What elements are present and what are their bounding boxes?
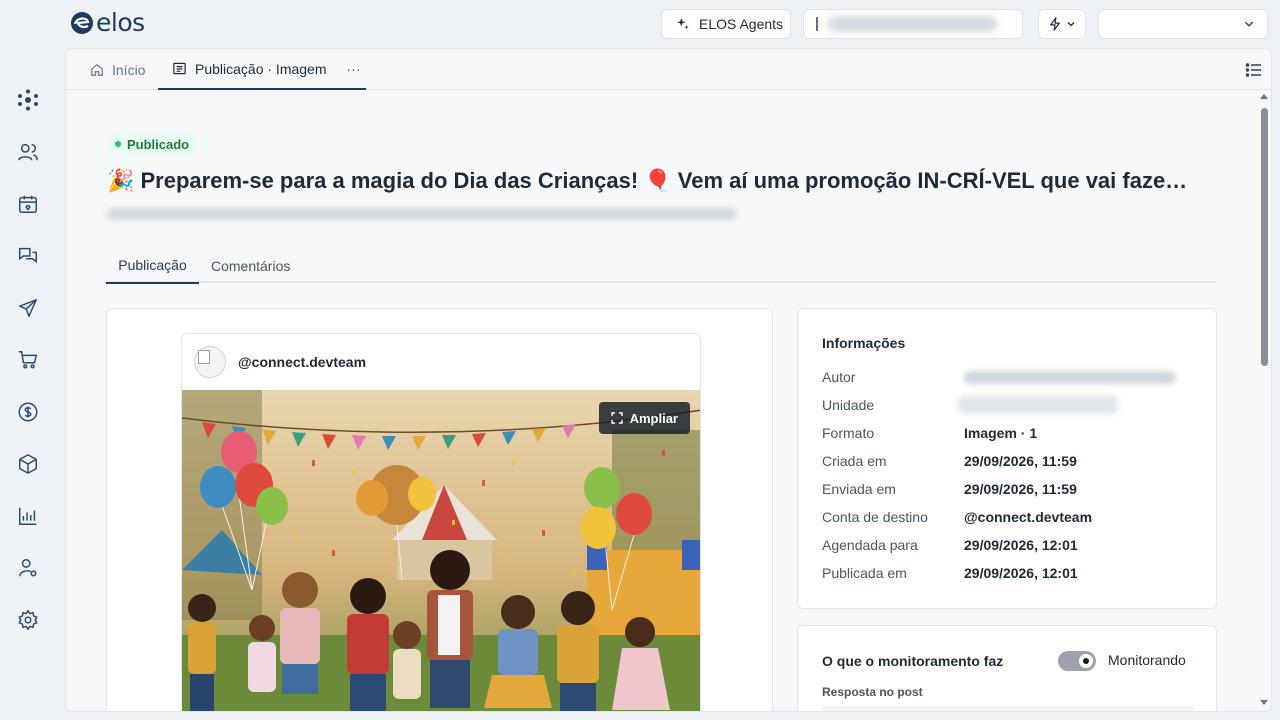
info-label: Formato <box>822 425 875 441</box>
avatar <box>194 346 226 378</box>
post-image[interactable]: Ampliar <box>182 390 700 711</box>
home-icon <box>91 63 103 76</box>
scroll-thumb[interactable] <box>1261 108 1268 366</box>
blurred-unit-name <box>828 17 998 31</box>
gear-icon[interactable] <box>16 608 40 632</box>
sidebar <box>0 48 58 720</box>
tab-publicacao[interactable]: Publicação <box>106 248 199 284</box>
status-badge: Publicado <box>107 133 198 155</box>
cart-icon[interactable] <box>16 348 40 372</box>
info-value: 29/09/2026, 11:59 <box>964 481 1077 497</box>
content-tabs: Publicação Comentários <box>106 248 1217 284</box>
sparkle-icon <box>676 17 689 30</box>
post-account-handle: @connect.devteam <box>238 354 367 370</box>
blurred-metadata <box>107 208 737 220</box>
monitoring-card: O que o monitoramento faz Monitorando Re… <box>797 625 1217 711</box>
building-icon <box>816 17 818 31</box>
instagram-post-preview: @connect.devteam Ampliar <box>181 333 701 711</box>
tab-bar: Início Publicação · Imagem ··· <box>66 49 1271 90</box>
monitoring-toggle-label: Monitorando <box>1108 652 1186 668</box>
post-header: @connect.devteam <box>182 334 700 390</box>
info-label: Unidade <box>822 397 875 413</box>
chevron-down-icon <box>1067 22 1075 27</box>
info-row-format: Formato Imagem · 1 <box>822 423 1202 443</box>
scrollbar[interactable] <box>1257 90 1271 711</box>
dollar-icon[interactable] <box>16 400 40 424</box>
box-icon[interactable] <box>16 452 40 476</box>
info-row-destination: Conta de destino @connect.devteam <box>822 507 1202 527</box>
elos-logo-icon <box>71 12 93 34</box>
info-value: @connect.devteam <box>964 509 1093 525</box>
info-title: Informações <box>822 335 906 351</box>
users-icon[interactable] <box>16 140 40 164</box>
logo-text: elos <box>96 8 145 37</box>
scroll-down-arrow[interactable] <box>1260 700 1268 705</box>
info-label: Agendada para <box>822 537 918 553</box>
quick-actions-button[interactable] <box>1038 9 1086 39</box>
page-title: 🎉 Preparem-se para a magia do Dia das Cr… <box>107 168 1188 193</box>
send-icon[interactable] <box>16 296 40 320</box>
monitoring-title: O que o monitoramento faz <box>822 653 1004 669</box>
hub-icon[interactable] <box>16 88 40 112</box>
blurred-unit <box>958 396 1118 414</box>
info-label: Autor <box>822 369 856 385</box>
unit-selector[interactable] <box>803 9 1023 39</box>
info-label: Conta de destino <box>822 509 928 525</box>
status-label: Publicado <box>127 136 190 152</box>
info-row-published: Publicada em 29/09/2026, 12:01 <box>822 563 1202 583</box>
info-row-sent: Enviada em 29/09/2026, 11:59 <box>822 479 1202 499</box>
info-value: Imagem · 1 <box>964 425 1038 441</box>
tab-home-label: Início <box>112 61 146 78</box>
elos-agents-label: ELOS Agents <box>699 16 784 32</box>
user-settings-icon[interactable] <box>16 556 40 580</box>
info-row-author: Autor <box>822 367 1202 387</box>
info-value: 29/09/2026, 12:01 <box>964 537 1078 553</box>
info-label: Publicada em <box>822 565 907 581</box>
tab-active-label: Publicação · Imagem <box>195 60 327 77</box>
info-value: 29/09/2026, 12:01 <box>964 565 1078 581</box>
post-preview-card: @connect.devteam Ampliar <box>106 308 773 711</box>
status-dot <box>115 141 121 147</box>
monitoring-section-label: Resposta no post <box>822 685 923 699</box>
info-label: Criada em <box>822 453 887 469</box>
info-row-created: Criada em 29/09/2026, 11:59 <box>822 451 1202 471</box>
tab-comentarios[interactable]: Comentários <box>211 248 290 283</box>
toggle-knob <box>1079 654 1093 668</box>
account-select[interactable] <box>1098 9 1268 39</box>
main-panel: Início Publicação · Imagem ··· Publicado… <box>65 48 1272 712</box>
monitoring-toggle[interactable] <box>1058 651 1096 671</box>
reply-field[interactable] <box>822 706 1194 711</box>
bolt-icon <box>1050 17 1060 31</box>
tab-publication-image[interactable]: Publicação · Imagem ··· <box>158 49 366 90</box>
info-card: Informações Autor Unidade Formato Imagem… <box>797 308 1217 609</box>
document-icon <box>173 62 186 75</box>
chart-icon[interactable] <box>16 504 40 528</box>
tab-home[interactable]: Início <box>90 49 145 90</box>
elos-agents-button[interactable]: ELOS Agents <box>661 9 791 39</box>
scroll-up-arrow[interactable] <box>1260 94 1268 99</box>
calendar-icon[interactable] <box>16 192 40 216</box>
top-bar: elos ELOS Agents <box>0 0 1280 48</box>
list-icon[interactable] <box>1245 61 1263 79</box>
chat-icon[interactable] <box>16 244 40 268</box>
party-photo-illustration <box>182 390 700 711</box>
expand-button[interactable]: Ampliar <box>598 402 690 434</box>
info-row-scheduled: Agendada para 29/09/2026, 12:01 <box>822 535 1202 555</box>
info-label: Enviada em <box>822 481 896 497</box>
tab-more-button[interactable]: ··· <box>347 61 361 77</box>
expand-label: Ampliar <box>629 410 678 426</box>
blurred-author <box>964 370 1176 384</box>
expand-icon <box>610 412 623 424</box>
info-value: 29/09/2026, 11:59 <box>964 453 1077 469</box>
chevron-down-icon <box>1244 21 1254 27</box>
elos-logo[interactable]: elos <box>70 9 145 37</box>
info-row-unit: Unidade <box>822 395 1202 415</box>
